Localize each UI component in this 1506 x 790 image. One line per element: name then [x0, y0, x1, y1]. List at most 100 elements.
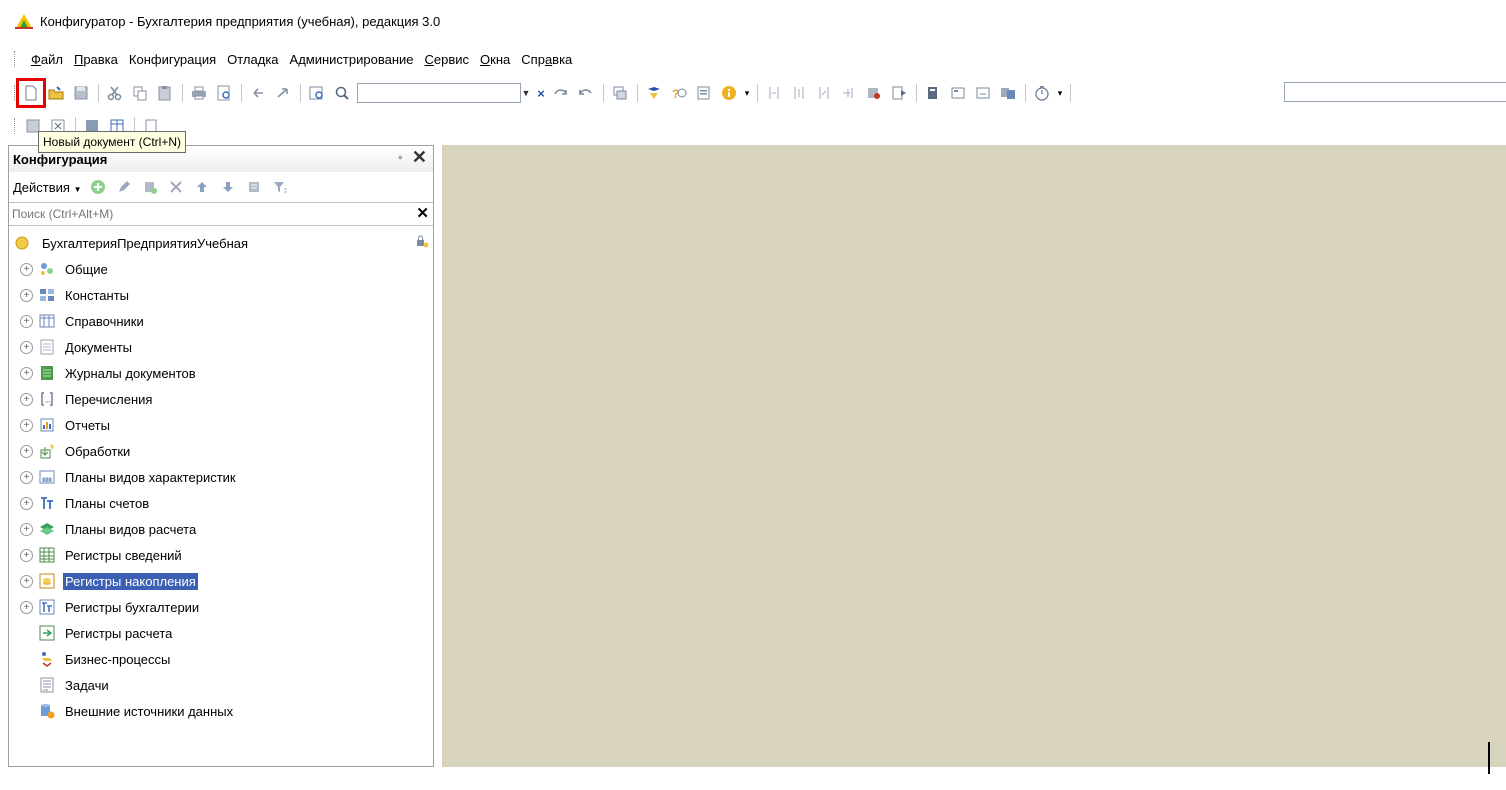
print-preview-button[interactable]: [212, 81, 236, 105]
expand-icon[interactable]: +: [20, 496, 33, 510]
menu-debug[interactable]: Отладка: [227, 52, 278, 67]
tree-root[interactable]: БухгалтерияПредприятияУчебная: [9, 230, 433, 256]
no-expand-spacer: [20, 705, 33, 718]
tree-item-accumulation-registers[interactable]: + Регистры накопления: [9, 568, 433, 594]
menu-service[interactable]: Сервис: [425, 52, 470, 67]
tree-item-accounting-registers[interactable]: + Регистры бухгалтерии: [9, 594, 433, 620]
save-button[interactable]: [69, 81, 93, 105]
template-button[interactable]: [692, 81, 716, 105]
tree-item-business-processes[interactable]: Бизнес-процессы: [9, 646, 433, 672]
continue-button[interactable]: [887, 81, 911, 105]
search-button[interactable]: [330, 81, 354, 105]
redo-button[interactable]: [271, 81, 295, 105]
tree-item-journals[interactable]: + Журналы документов: [9, 360, 433, 386]
new-document-button[interactable]: [16, 78, 46, 108]
move-down-icon[interactable]: [220, 179, 236, 195]
windows-button[interactable]: [608, 81, 632, 105]
sort-icon[interactable]: [246, 179, 262, 195]
help-search-button[interactable]: ?: [667, 81, 691, 105]
menu-configuration[interactable]: Конфигурация: [129, 52, 216, 67]
tree-item-reports[interactable]: + Отчеты: [9, 412, 433, 438]
tree-item-enums[interactable]: + Перечисления: [9, 386, 433, 412]
tree-item-external-data-sources[interactable]: Внешние источники данных: [9, 698, 433, 724]
tree-item-calculation-registers[interactable]: Регистры расчета: [9, 620, 433, 646]
expand-icon[interactable]: +: [20, 340, 33, 354]
tree-item-label: Бизнес-процессы: [65, 651, 171, 667]
close-panel-button[interactable]: ✕: [412, 147, 427, 168]
documents-icon: [40, 339, 54, 355]
menu-administration[interactable]: Администрирование: [290, 52, 414, 67]
tree-item-constants[interactable]: + Константы: [9, 282, 433, 308]
clear-search-button[interactable]: ✕: [416, 204, 429, 222]
expand-icon[interactable]: +: [20, 574, 33, 588]
expand-icon[interactable]: +: [20, 314, 33, 328]
toolbar-separator: [757, 84, 758, 102]
compare-config-button[interactable]: [996, 81, 1020, 105]
tree-item-chart-of-accounts[interactable]: + Планы счетов: [9, 490, 433, 516]
undo-button[interactable]: [246, 81, 270, 105]
filter-icon[interactable]: [272, 179, 288, 195]
copy-item-icon[interactable]: [142, 179, 158, 195]
tree-item-chart-of-calculation-types[interactable]: + Планы видов расчета: [9, 516, 433, 542]
update-config-button[interactable]: [971, 81, 995, 105]
step-out-button[interactable]: [812, 81, 836, 105]
cut-button[interactable]: [103, 81, 127, 105]
move-up-icon[interactable]: [194, 179, 210, 195]
menu-windows[interactable]: Окна: [480, 52, 510, 67]
toolbar-right-combo[interactable]: [1284, 82, 1506, 102]
expand-icon[interactable]: +: [20, 366, 33, 380]
workspace-area: [442, 145, 1506, 767]
edit-icon[interactable]: [116, 179, 132, 195]
combo-clear-button[interactable]: ×: [534, 81, 548, 105]
tree-item-chart-of-characteristic-types[interactable]: + Планы видов характеристик: [9, 464, 433, 490]
pin-icon[interactable]: ●: [398, 152, 403, 162]
open-button[interactable]: [44, 81, 68, 105]
step-over-icon: [794, 87, 804, 99]
tree-item-catalogs[interactable]: + Справочники: [9, 308, 433, 334]
actions-menu[interactable]: Действия ▼: [13, 180, 82, 195]
menu-file[interactable]: Файл: [31, 52, 63, 67]
help-search-icon: ?: [672, 87, 687, 101]
search-input[interactable]: [9, 204, 413, 224]
breakpoint-button[interactable]: [862, 81, 886, 105]
menu-edit[interactable]: Правка: [74, 52, 118, 67]
tree-item-information-registers[interactable]: + Регистры сведений: [9, 542, 433, 568]
paste-button[interactable]: [153, 81, 177, 105]
expand-icon[interactable]: +: [20, 470, 33, 484]
expand-icon[interactable]: +: [20, 288, 33, 302]
toolbar-overflow-button-2[interactable]: ▾: [1055, 81, 1065, 105]
combo-dropdown-button[interactable]: ▼: [519, 81, 533, 105]
step-into-button[interactable]: [762, 81, 786, 105]
syntax-assistant-button[interactable]: [642, 81, 666, 105]
db-config-button[interactable]: [921, 81, 945, 105]
toolbar-overflow-button[interactable]: ▾: [742, 81, 752, 105]
expand-icon[interactable]: +: [20, 522, 33, 536]
tree-item-documents[interactable]: + Документы: [9, 334, 433, 360]
step-over-button[interactable]: [787, 81, 811, 105]
toolbar-search-combo[interactable]: [357, 83, 521, 103]
tree-item-dataprocessors[interactable]: + Обработки: [9, 438, 433, 464]
find-next-button[interactable]: [549, 81, 573, 105]
tree-item-common[interactable]: + Общие: [9, 256, 433, 282]
performance-button[interactable]: [1030, 81, 1054, 105]
run-to-cursor-button[interactable]: [837, 81, 861, 105]
menu-help[interactable]: Справка: [521, 52, 572, 67]
delete-icon[interactable]: [168, 179, 184, 195]
find-prev-button[interactable]: [574, 81, 598, 105]
tree-item-tasks[interactable]: Задачи: [9, 672, 433, 698]
expand-icon[interactable]: +: [20, 444, 33, 458]
info-button[interactable]: [717, 81, 741, 105]
copy-button[interactable]: [128, 81, 152, 105]
expand-icon[interactable]: +: [20, 418, 33, 432]
print-button[interactable]: [187, 81, 211, 105]
expand-icon[interactable]: +: [20, 548, 33, 562]
find-in-tree-button[interactable]: [305, 81, 329, 105]
add-icon[interactable]: [90, 179, 106, 195]
tree-item-label: Журналы документов: [65, 365, 196, 381]
expand-icon[interactable]: +: [20, 392, 33, 406]
syntax-assistant-icon: [648, 87, 660, 99]
expand-icon[interactable]: +: [20, 600, 33, 614]
expand-icon[interactable]: +: [20, 262, 33, 276]
open-config-button[interactable]: [946, 81, 970, 105]
continue-icon: [892, 86, 906, 100]
